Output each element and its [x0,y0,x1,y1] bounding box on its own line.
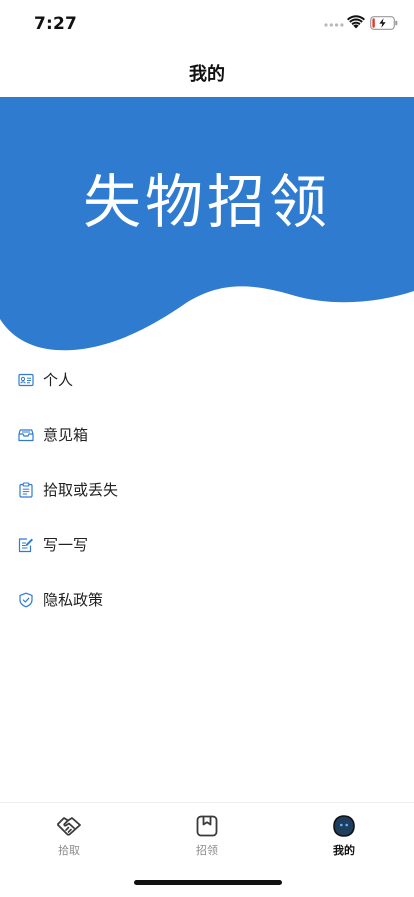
box-icon [196,815,218,837]
menu-item-write[interactable]: 写一写 [0,517,414,572]
status-time: 7:27 [34,14,78,34]
menu-item-label: 个人 [43,371,74,389]
menu-item-label: 写一写 [43,536,89,554]
banner-title: 失物招领 [82,168,331,236]
status-bar: 7:27 [0,0,414,48]
tab-pickup[interactable]: 拾取 [29,813,109,863]
tab-label: 拾取 [58,844,80,857]
id-card-icon [18,373,34,386]
handshake-icon [57,817,81,836]
menu-item-feedback[interactable]: 意见箱 [0,407,414,462]
inbox-icon [18,428,34,441]
tab-label: 我的 [333,844,355,857]
menu-item-lost-found[interactable]: 拾取或丢失 [0,462,414,517]
wifi-icon [347,15,365,29]
home-indicator[interactable] [134,880,282,885]
settings-menu: 个人 意见箱 拾取或丢失 写一写 隐私政策 [0,352,414,627]
tab-mine[interactable]: 我的 [304,813,384,863]
menu-item-label: 意见箱 [43,426,89,444]
signal-icon [324,23,344,27]
page-title: 我的 [189,63,225,85]
menu-item-profile[interactable]: 个人 [0,352,414,407]
edit-icon [18,537,33,552]
menu-item-label: 拾取或丢失 [43,481,119,499]
menu-item-label: 隐私政策 [43,591,104,609]
banner: 失物招领 [0,97,414,353]
shield-icon [19,592,33,607]
battery-icon [370,16,398,30]
profile-icon [333,815,355,837]
tab-claim[interactable]: 招领 [167,813,247,863]
clipboard-icon [19,481,33,498]
navigation-bar: 我的 [0,48,414,97]
tab-label: 招领 [196,844,218,857]
menu-item-privacy[interactable]: 隐私政策 [0,572,414,627]
